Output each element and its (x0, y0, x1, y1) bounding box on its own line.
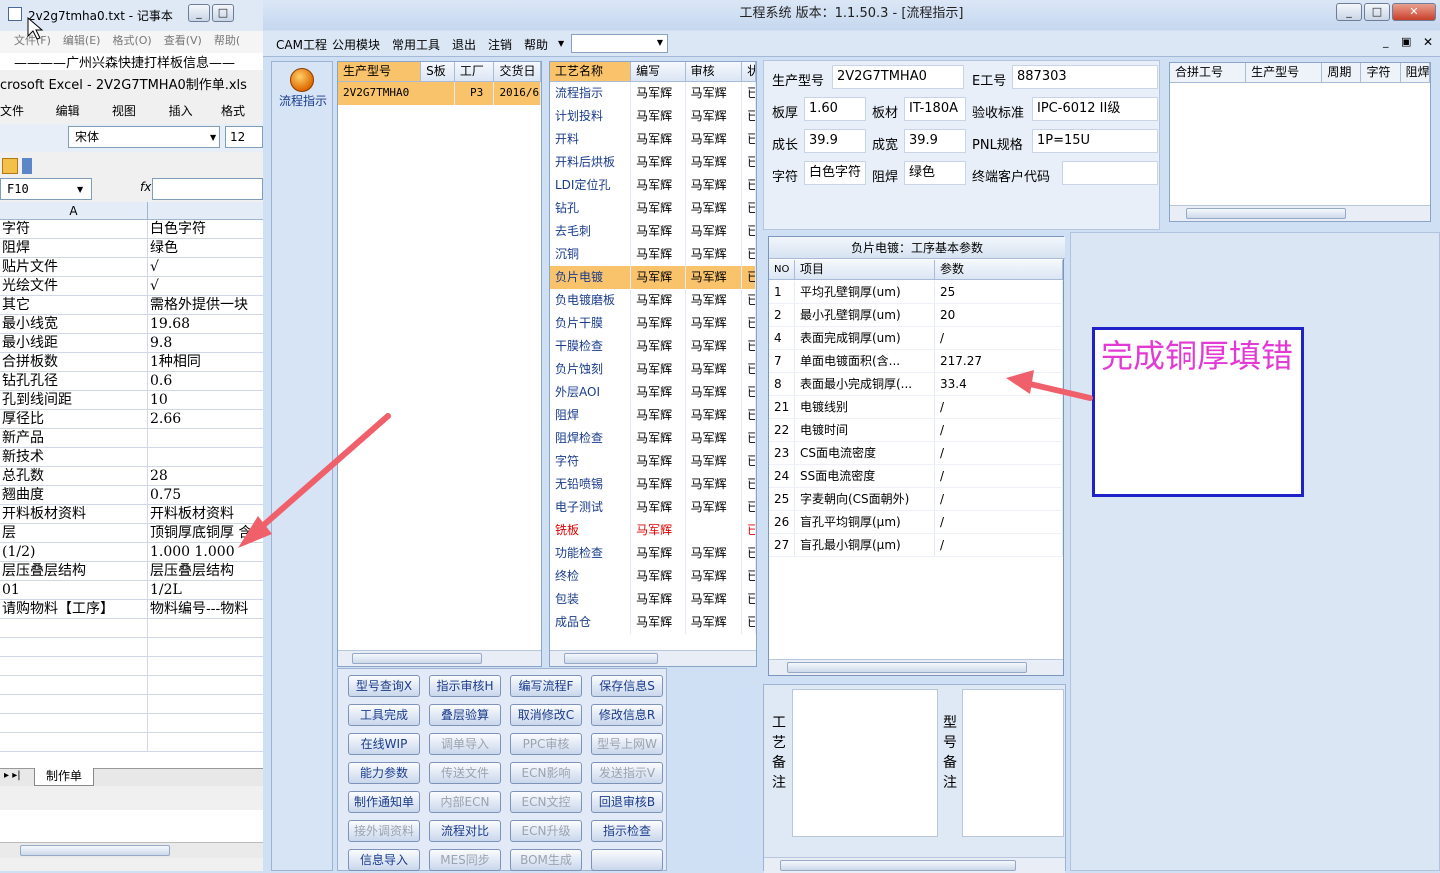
arrow-left-icon (238, 413, 391, 548)
arrow-right-icon (1006, 370, 1093, 401)
mouse-cursor-icon (27, 16, 44, 40)
annotation-arrows (27, 16, 1093, 548)
